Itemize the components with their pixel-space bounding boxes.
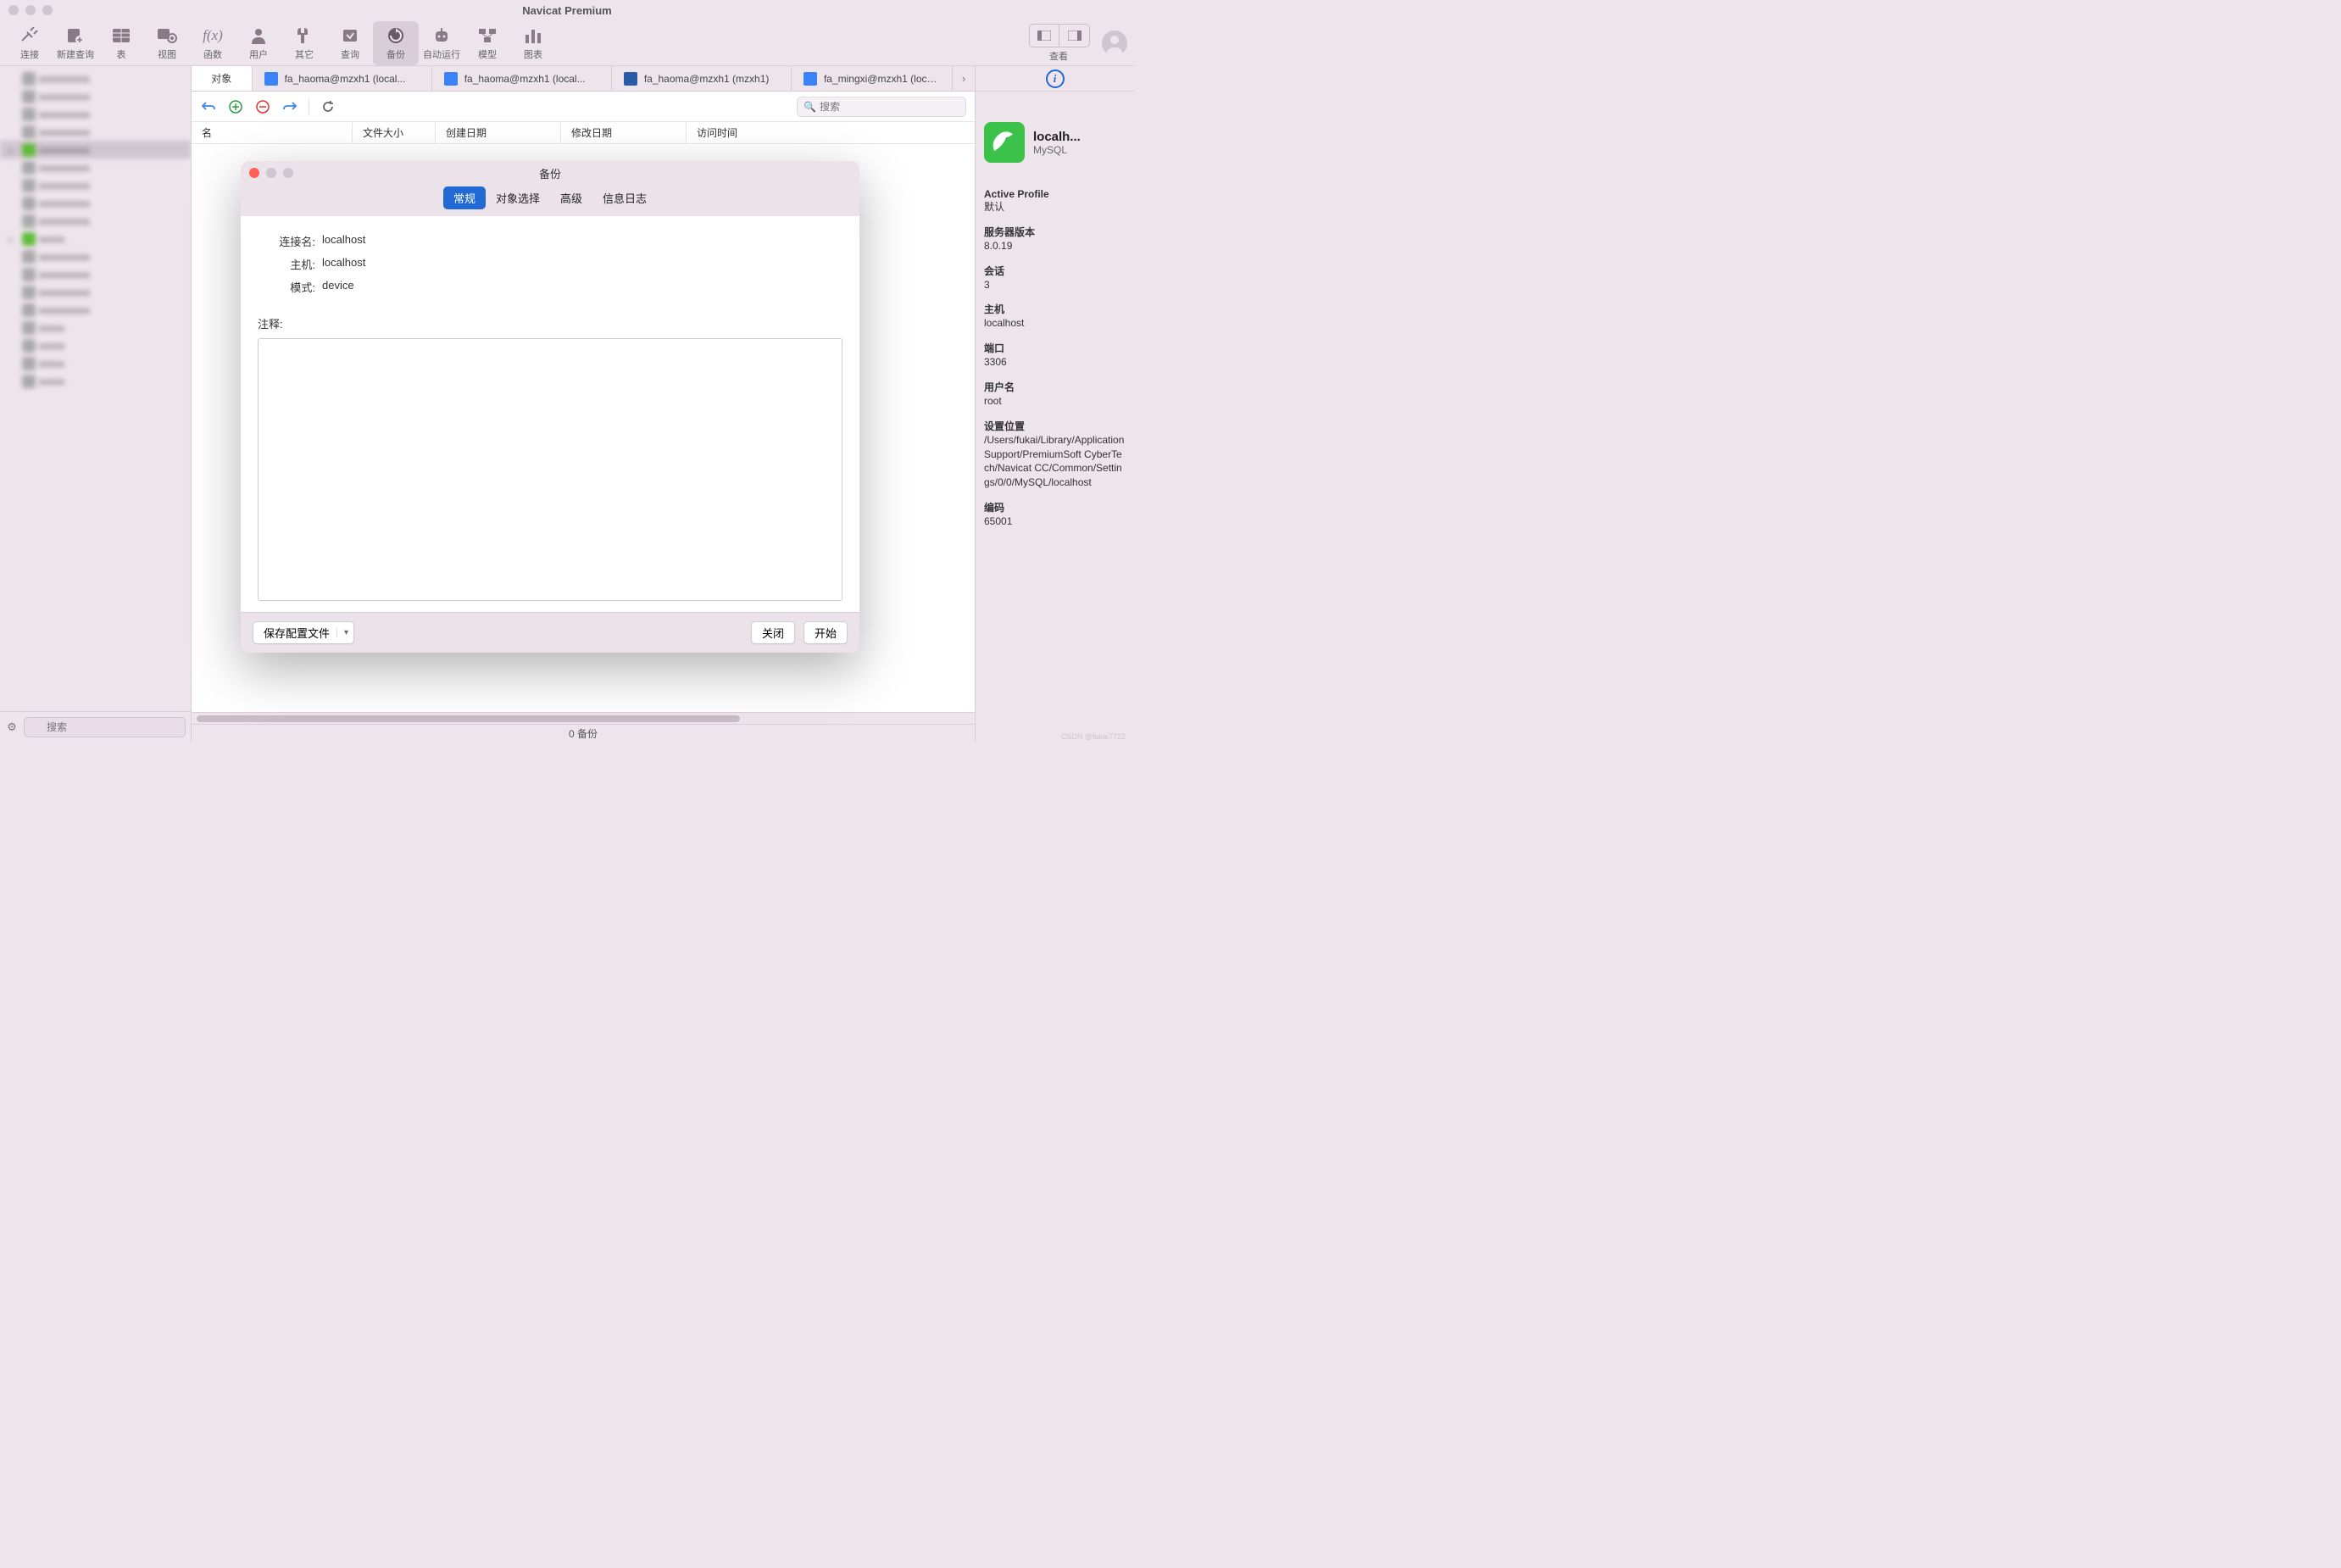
info-panel-header: i	[976, 66, 1134, 92]
toolbar-query[interactable]: 查询	[327, 21, 373, 65]
mysql-dolphin-icon	[984, 122, 1025, 163]
dialog-minimize-icon	[266, 168, 276, 178]
toolbar-backup[interactable]: 备份	[373, 21, 419, 65]
dialog-tabs: 常规 对象选择 高级 信息日志	[241, 185, 859, 216]
tab-objects[interactable]: 对象	[192, 66, 253, 91]
plug-icon	[17, 25, 42, 46]
dialog-title: 备份	[539, 165, 561, 181]
fx-icon: f(x)	[200, 25, 225, 46]
toolbar-table[interactable]: 表	[98, 21, 144, 65]
start-button[interactable]: 开始	[804, 621, 848, 644]
close-window-icon[interactable]	[8, 5, 19, 15]
settings-icon[interactable]: ⚙	[5, 719, 19, 736]
dialog-tab-log[interactable]: 信息日志	[592, 186, 657, 209]
info-panel: i localh... MySQL Active Profile 默认 服务器版…	[975, 66, 1134, 742]
horizontal-scrollbar[interactable]	[192, 712, 975, 724]
backup-dialog: 备份 常规 对象选择 高级 信息日志 连接名: localhost 主机: lo…	[241, 161, 859, 653]
dialog-body: 连接名: localhost 主机: localhost 模式: device …	[241, 216, 859, 612]
backup-icon	[383, 25, 409, 46]
tab-query-2[interactable]: fa_haoma@mzxh1 (local...	[432, 66, 612, 91]
col-name[interactable]: 名	[192, 122, 353, 143]
avatar[interactable]	[1102, 31, 1127, 56]
table-icon	[108, 25, 134, 46]
add-icon[interactable]	[227, 98, 244, 115]
table-tab-icon	[444, 72, 458, 86]
sidebar: xxxxxxxxxx xxxxxxxxxx xxxxxxxxxx xxxxxxx…	[0, 66, 192, 742]
table-tab-icon	[624, 72, 637, 86]
view-toggle	[1029, 24, 1090, 47]
watermark: CSDN @fukai7722	[1061, 732, 1126, 741]
connection-type: MySQL	[1033, 144, 1081, 156]
dialog-footer: 保存配置文件 关闭 开始	[241, 612, 859, 653]
dialog-tab-general[interactable]: 常规	[443, 186, 486, 209]
view-right-panel-button[interactable]	[1059, 24, 1090, 47]
zoom-window-icon[interactable]	[42, 5, 53, 15]
col-modified[interactable]: 修改日期	[561, 122, 687, 143]
table-tab-icon	[264, 72, 278, 86]
user-icon	[246, 25, 271, 46]
undo-icon[interactable]	[200, 98, 217, 115]
tab-overflow-button[interactable]: ›	[953, 66, 975, 91]
col-filesize[interactable]: 文件大小	[353, 122, 436, 143]
col-created[interactable]: 创建日期	[436, 122, 561, 143]
toolbar-connection[interactable]: 连接	[7, 21, 53, 65]
wrench-icon	[292, 25, 317, 46]
content-search-input[interactable]	[797, 97, 966, 117]
sidebar-search-input[interactable]	[24, 717, 186, 737]
tab-query-3[interactable]: fa_haoma@mzxh1 (mzxh1)	[612, 66, 792, 91]
remove-icon[interactable]	[254, 98, 271, 115]
form-schema-value: device	[322, 279, 354, 295]
query-icon	[337, 25, 363, 46]
form-host-value: localhost	[322, 256, 365, 272]
dialog-zoom-icon	[283, 168, 293, 178]
toolbar-view[interactable]: 视图	[144, 21, 190, 65]
tab-query-4[interactable]: fa_mingxi@mzxh1 (local...	[792, 66, 953, 91]
minimize-window-icon[interactable]	[25, 5, 36, 15]
dialog-close-icon[interactable]	[249, 168, 259, 178]
toolbar-autorun[interactable]: 自动运行	[419, 21, 464, 65]
form-connection-value: localhost	[322, 233, 365, 249]
toolbar-other[interactable]: 其它	[281, 21, 327, 65]
window-title: Navicat Premium	[522, 4, 612, 17]
dialog-titlebar: 备份	[241, 161, 859, 185]
table-header: 名 文件大小 创建日期 修改日期 访问时间	[192, 122, 975, 144]
save-profile-button[interactable]: 保存配置文件	[253, 621, 354, 644]
dialog-tab-advanced[interactable]: 高级	[550, 186, 592, 209]
main-toolbar: 连接 新建查询 表 视图 f(x) 函数 用户 其它 查询	[0, 20, 1134, 66]
action-bar: 🔍	[192, 92, 975, 122]
content-tabs: 对象 fa_haoma@mzxh1 (local... fa_haoma@mzx…	[192, 66, 975, 92]
traffic-lights	[8, 5, 53, 15]
titlebar: Navicat Premium	[0, 0, 1134, 20]
app-window: Navicat Premium 连接 新建查询 表 视图 f(x) 函数 用户	[0, 0, 1134, 742]
model-icon	[475, 25, 500, 46]
toolbar-new-query[interactable]: 新建查询	[53, 21, 98, 65]
refresh-icon[interactable]	[320, 98, 336, 115]
status-bar: 0 备份	[192, 724, 975, 742]
comment-textarea[interactable]	[258, 338, 842, 601]
sidebar-footer: ⚙ 🔍	[0, 711, 191, 742]
connection-tree[interactable]: xxxxxxxxxx xxxxxxxxxx xxxxxxxxxx xxxxxxx…	[0, 66, 191, 711]
view-left-panel-button[interactable]	[1029, 24, 1059, 47]
toolbar-model[interactable]: 模型	[464, 21, 510, 65]
info-icon[interactable]: i	[1046, 70, 1065, 88]
table-tab-icon	[804, 72, 817, 86]
col-accessed[interactable]: 访问时间	[687, 122, 812, 143]
view-icon	[154, 25, 180, 46]
close-button[interactable]: 关闭	[751, 621, 795, 644]
connection-name: localh...	[1033, 130, 1081, 144]
tab-query-1[interactable]: fa_haoma@mzxh1 (local...	[253, 66, 432, 91]
robot-icon	[429, 25, 454, 46]
chart-icon	[520, 25, 546, 46]
toolbar-user[interactable]: 用户	[236, 21, 281, 65]
dialog-tab-objects[interactable]: 对象选择	[486, 186, 550, 209]
redo-icon[interactable]	[281, 98, 298, 115]
toolbar-chart[interactable]: 图表	[510, 21, 556, 65]
toolbar-function[interactable]: f(x) 函数	[190, 21, 236, 65]
document-plus-icon	[63, 25, 88, 46]
